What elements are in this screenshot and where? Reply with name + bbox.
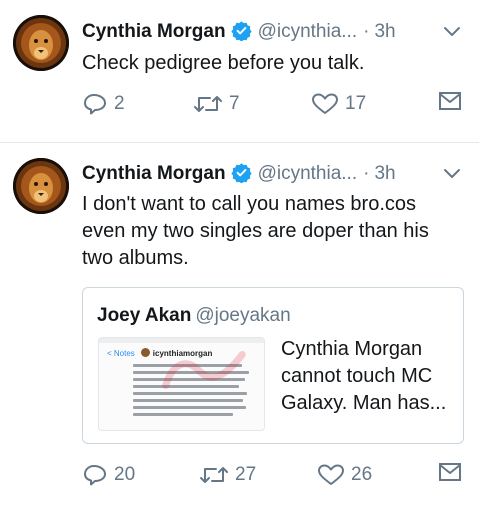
- like-icon: [312, 93, 338, 114]
- reply-count: 2: [114, 93, 125, 114]
- chevron-down-icon[interactable]: [443, 26, 461, 38]
- verified-badge-icon: [230, 163, 252, 183]
- chevron-down-icon[interactable]: [443, 168, 461, 180]
- separator-dot: ·: [363, 163, 370, 184]
- lion-avatar-image: [13, 158, 69, 214]
- thumbnail-status-bar: [99, 338, 264, 343]
- quoted-tweet-card[interactable]: Joey Akan @joeyakan < Notes icynthiamorgan…: [82, 287, 464, 444]
- avatar[interactable]: [13, 15, 69, 71]
- quoted-text-line: cannot touch MC: [281, 365, 433, 387]
- quoted-handle: @joeyakan: [195, 305, 291, 326]
- tweet-header: Cynthia Morgan @icynthia... · 3h: [82, 19, 479, 45]
- retweet-icon: [200, 467, 228, 483]
- tweet-actions: 2 7 17: [82, 91, 479, 117]
- handle[interactable]: @icynthia...: [258, 163, 358, 184]
- lion-avatar-image: [13, 15, 69, 71]
- quoted-text-line: Cynthia Morgan: [281, 338, 423, 360]
- display-name[interactable]: Cynthia Morgan: [82, 163, 226, 184]
- timestamp[interactable]: 3h: [374, 21, 395, 42]
- retweet-count: 27: [235, 464, 257, 485]
- like-count: 17: [345, 93, 367, 114]
- reply-button[interactable]: 20: [82, 462, 135, 488]
- retweet-icon: [194, 96, 222, 112]
- thumbnail-back-label: < Notes: [107, 349, 135, 358]
- reply-count: 20: [114, 464, 136, 485]
- separator-dot: ·: [363, 21, 370, 42]
- timestamp[interactable]: 3h: [374, 163, 395, 184]
- reply-icon: [84, 94, 106, 115]
- tweet-text-line: two albums.: [82, 247, 189, 269]
- like-button[interactable]: 26: [317, 462, 372, 488]
- retweet-button[interactable]: 27: [199, 462, 256, 488]
- tweet-text: I don't want to call you names bro.cos e…: [82, 191, 459, 272]
- avatar[interactable]: [13, 158, 69, 214]
- tweet-text-line: even my two singles are doper than his: [82, 220, 429, 242]
- quoted-tweet-header: Joey Akan @joeyakan: [97, 304, 291, 328]
- tweet[interactable]: Cynthia Morgan @icynthia... · 3h I don't wa…: [0, 143, 479, 517]
- direct-message-icon[interactable]: [439, 92, 461, 110]
- quoted-text-line: Galaxy. Man has...: [281, 392, 447, 414]
- retweet-button[interactable]: 7: [193, 91, 240, 117]
- tweet[interactable]: Cynthia Morgan @icynthia... · 3h Check pedi…: [0, 0, 479, 143]
- tweet-header: Cynthia Morgan @icynthia... · 3h: [82, 161, 479, 187]
- thumbnail-avatar: [140, 348, 150, 357]
- tweet-text: Check pedigree before you talk.: [82, 52, 365, 74]
- reply-button[interactable]: 2: [82, 91, 125, 117]
- like-count: 26: [351, 464, 373, 485]
- quoted-display-name: Joey Akan: [97, 305, 192, 326]
- direct-message-icon[interactable]: [439, 463, 461, 481]
- quoted-media-thumbnail[interactable]: < Notes icynthiamorgan: [98, 337, 265, 431]
- like-icon: [318, 464, 344, 485]
- tweet-text-line: I don't want to call you names bro.cos: [82, 193, 416, 215]
- quoted-tweet-text: Cynthia Morgan cannot touch MC Galaxy. M…: [281, 336, 456, 417]
- handle[interactable]: @icynthia...: [258, 21, 358, 42]
- like-button[interactable]: 17: [311, 91, 366, 117]
- tweet-actions: 20 27 26: [82, 462, 479, 488]
- verified-badge-icon: [230, 21, 252, 41]
- reply-icon: [84, 465, 106, 486]
- display-name[interactable]: Cynthia Morgan: [82, 21, 226, 42]
- retweet-count: 7: [229, 93, 240, 114]
